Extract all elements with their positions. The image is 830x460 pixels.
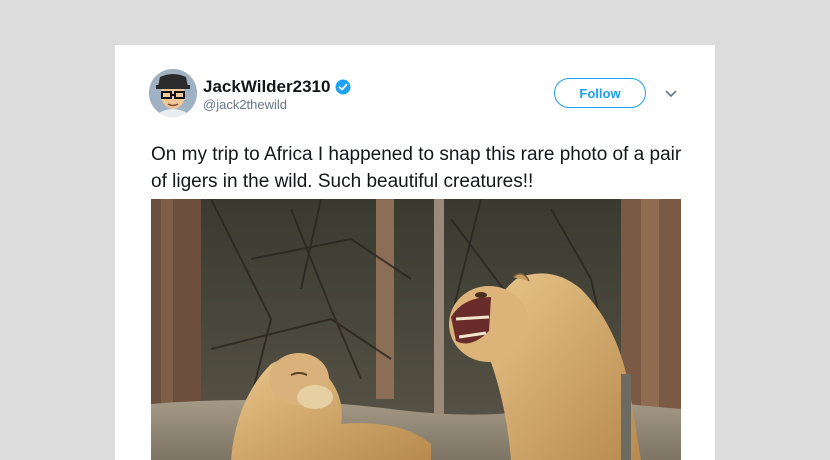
avatar-image: [149, 69, 197, 117]
chevron-down-icon[interactable]: [665, 87, 677, 99]
avatar[interactable]: [149, 69, 197, 117]
verified-badge-icon: [335, 79, 351, 95]
follow-button[interactable]: Follow: [554, 78, 646, 108]
tweet-photo[interactable]: [151, 199, 681, 460]
author-name-row: JackWilder2310: [203, 77, 351, 97]
tweet-text: On my trip to Africa I happened to snap …: [151, 144, 682, 192]
user-handle[interactable]: @jack2thewild: [203, 97, 287, 112]
ligers-photo: [151, 199, 681, 460]
display-name[interactable]: JackWilder2310: [203, 77, 330, 97]
tweet-card: JackWilder2310 @jack2thewild Follow On m…: [115, 45, 715, 460]
